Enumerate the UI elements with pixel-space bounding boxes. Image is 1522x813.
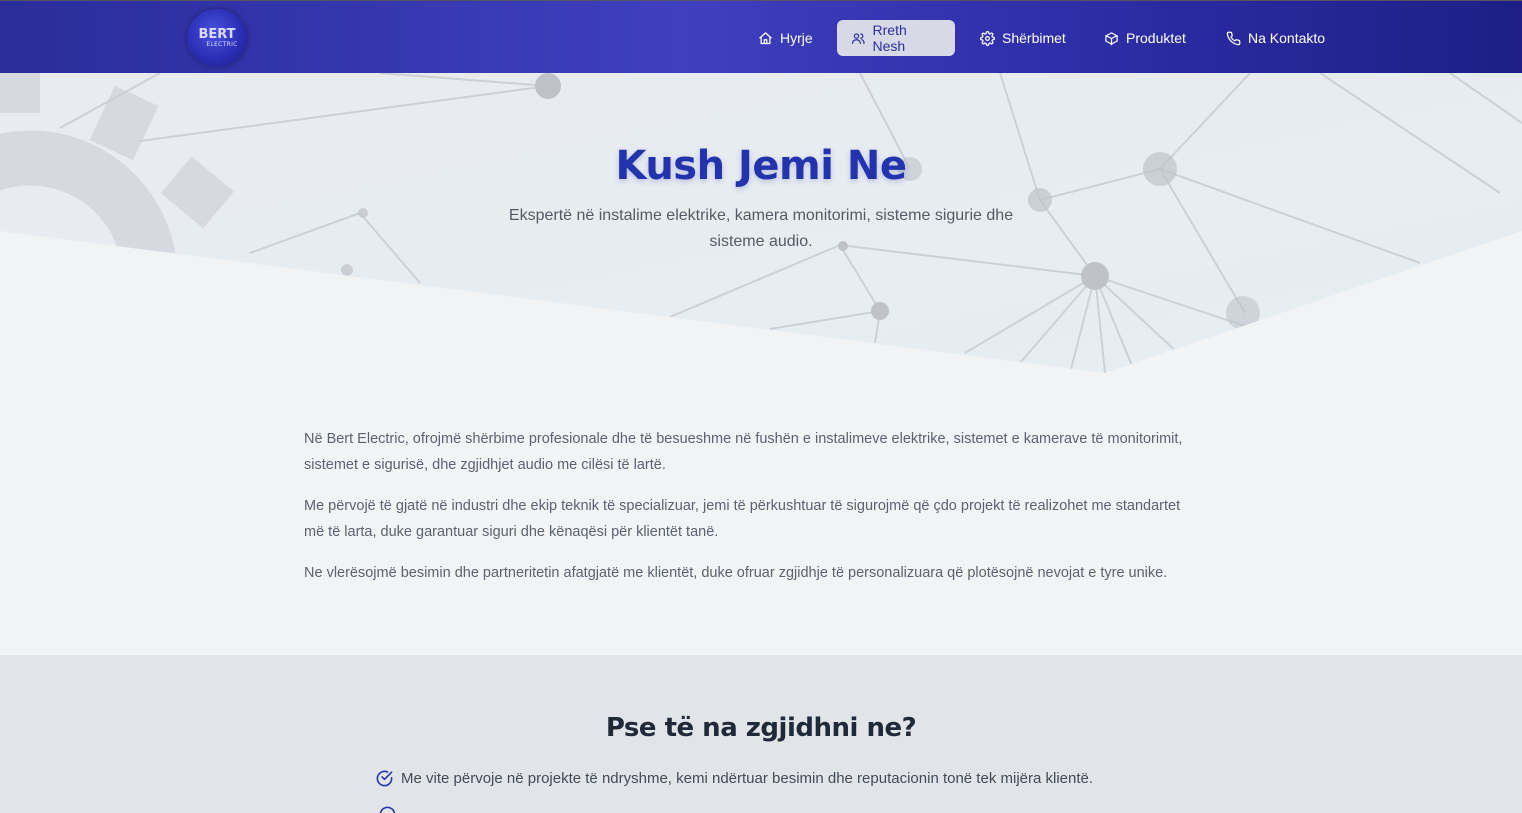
box-icon <box>1105 31 1118 45</box>
hero-section: Kush Jemi Ne Ekspertë në instalime elekt… <box>0 73 1522 383</box>
logo-text-main: BERT <box>198 27 236 42</box>
nav-item-label: Shërbimet <box>1002 30 1066 46</box>
page-title: Kush Jemi Ne <box>615 143 907 189</box>
logo[interactable]: BERT ELECTRIC <box>187 9 247 67</box>
users-icon <box>851 32 865 44</box>
nav-item-label: Hyrje <box>780 30 813 46</box>
check-circle-icon <box>379 806 396 813</box>
about-paragraph: Me përvojë të gjatë në industri dhe ekip… <box>304 498 1181 540</box>
phone-icon <box>1226 31 1241 45</box>
gear-icon <box>980 30 995 46</box>
why-us-item: Me vite përvoje në projekte të ndryshme,… <box>375 769 1093 788</box>
nav-item-label: Produktet <box>1126 30 1186 46</box>
logo-text-sub: ELECTRIC <box>206 41 238 48</box>
why-us-item-text: Me vite përvoje në projekte të ndryshme,… <box>401 770 1094 787</box>
why-us-title: Pse të na zgjidhni ne? <box>605 713 917 743</box>
nav-item-na-kontakto[interactable]: Na Kontakto <box>1212 20 1339 56</box>
nav-item-hyrje[interactable]: Hyrje <box>744 20 827 56</box>
nav-item-sherbimet[interactable]: Shërbimet <box>966 20 1080 56</box>
nav-item-label: Rreth Nesh <box>872 22 907 54</box>
nav-item-rreth-nesh[interactable]: Rreth Nesh <box>837 20 955 56</box>
about-section: Në Bert Electric, ofrojmë shërbime profe… <box>304 426 1194 601</box>
about-paragraph: Ne vlerësojmë besimin dhe partneritetin … <box>304 565 1168 581</box>
hero-subtitle: Ekspertë në instalime elektrike, kamera … <box>508 207 1014 250</box>
nav-item-label: Na Kontakto <box>1248 30 1326 46</box>
navbar: BERT ELECTRIC Hyrje Rreth Nesh Shërbimet… <box>0 0 1522 73</box>
about-paragraph: Në Bert Electric, ofrojmë shërbime profe… <box>304 431 1183 473</box>
why-us-item-partial <box>378 805 397 813</box>
check-circle-icon <box>376 770 393 787</box>
why-us-section: Pse të na zgjidhni ne? Me vite përvoje n… <box>0 655 1522 813</box>
home-icon <box>759 31 772 44</box>
nav-item-produktet[interactable]: Produktet <box>1090 20 1200 56</box>
